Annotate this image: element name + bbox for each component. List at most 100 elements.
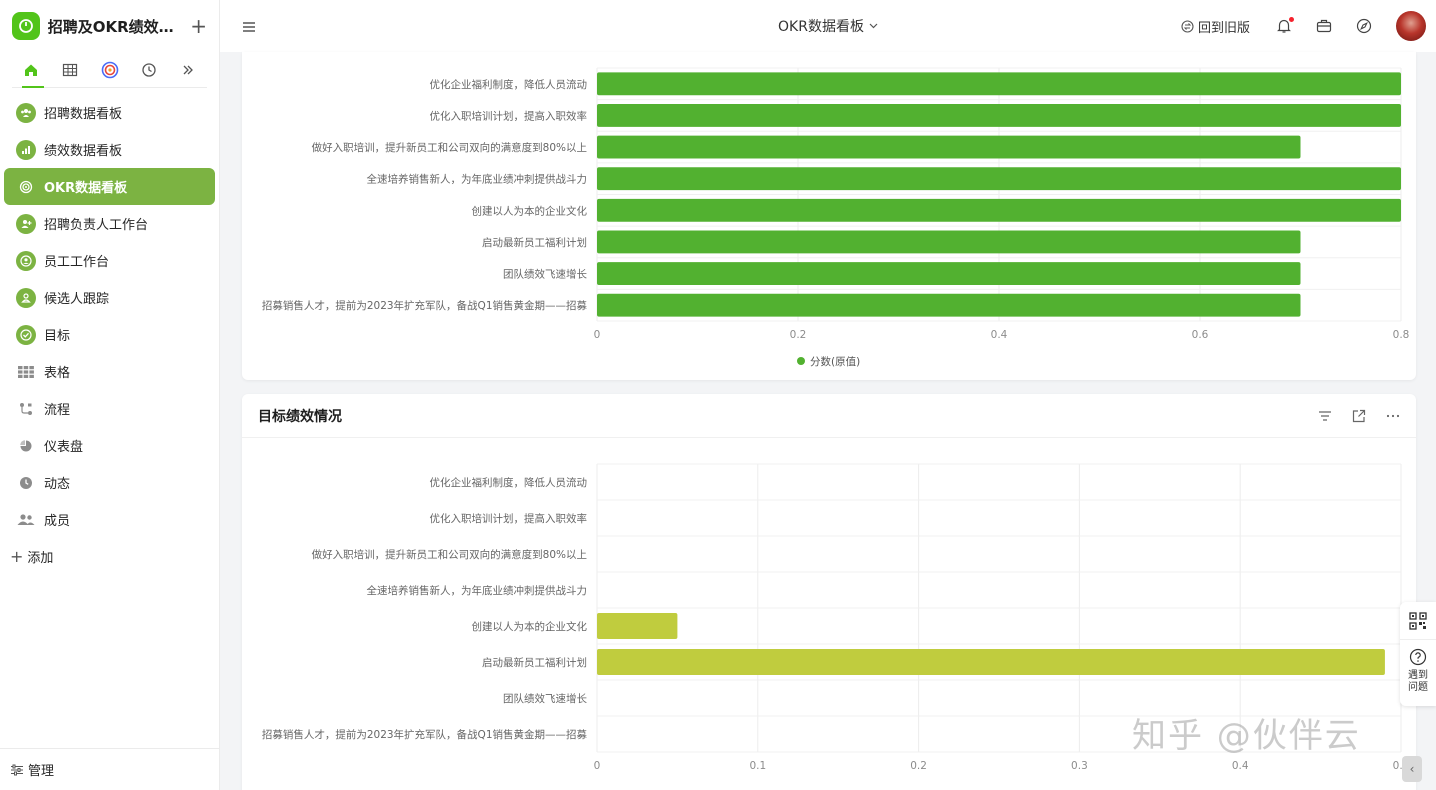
category-label: 做好入职培训，提升新员工和公司双向的满意度到80%以上 bbox=[312, 141, 587, 154]
help-label: 遇到问题 bbox=[1408, 670, 1428, 693]
sidebar-item-candidate-tracking[interactable]: 候选人跟踪 bbox=[4, 279, 215, 316]
sidebar-item-dashboard[interactable]: 仪表盘 bbox=[4, 427, 215, 464]
add-app-icon[interactable]: + bbox=[190, 14, 207, 38]
plus-icon: + bbox=[10, 547, 24, 566]
sidebar-item-recruiter-workbench[interactable]: 招聘负责人工作台 bbox=[4, 205, 215, 242]
bell-icon[interactable] bbox=[1276, 17, 1294, 34]
sidebar-item-label: 目标 bbox=[44, 329, 71, 344]
sidebar-item-flow[interactable]: 流程 bbox=[4, 390, 215, 427]
bar bbox=[597, 135, 1301, 159]
user-add-icon bbox=[16, 213, 36, 234]
sidebar-item-goals[interactable]: 目标 bbox=[4, 316, 215, 353]
sidebar-item-recruit-dashboard[interactable]: 招聘数据看板 bbox=[4, 94, 215, 131]
history-icon[interactable] bbox=[138, 59, 160, 81]
sidebar-item-label: 成员 bbox=[44, 514, 71, 529]
dashboard-title-text: OKR数据看板 bbox=[778, 19, 864, 35]
tick-label: 0.4 bbox=[991, 329, 1008, 341]
tick-label: 0.2 bbox=[910, 760, 927, 772]
sidebar-item-label: 招聘负责人工作台 bbox=[44, 218, 149, 233]
sidebar-item-label: 员工工作台 bbox=[44, 255, 110, 270]
legend-label: 分数(原值) bbox=[810, 355, 860, 368]
sidebar-item-members[interactable]: 成员 bbox=[4, 501, 215, 538]
user-icon bbox=[16, 287, 36, 308]
sidebar-item-performance-dashboard[interactable]: 绩效数据看板 bbox=[4, 131, 215, 168]
top-bar: OKR数据看板 回到旧版 bbox=[220, 0, 1436, 52]
bar-chart-icon bbox=[16, 139, 36, 160]
sidebar-item-label: 候选人跟踪 bbox=[44, 292, 110, 307]
menu-icon[interactable] bbox=[242, 18, 256, 37]
bar bbox=[597, 293, 1301, 317]
sidebar-nav: 招聘数据看板 绩效数据看板 OKR数据看板 招聘负责人工作台 员工工作台 候选人… bbox=[0, 88, 219, 538]
sidebar-item-label: 表格 bbox=[44, 366, 71, 381]
collapse-handle-icon[interactable]: ‹ bbox=[1402, 756, 1422, 782]
more-icon[interactable] bbox=[177, 59, 199, 81]
category-label: 优化入职培训计划，提高入职效率 bbox=[430, 109, 588, 122]
tick-label: 0 bbox=[594, 329, 601, 341]
chevron-down-icon bbox=[869, 23, 878, 29]
bar bbox=[597, 613, 678, 639]
tick-label: 0.6 bbox=[1192, 329, 1209, 341]
manage-label: 管理 bbox=[28, 764, 55, 779]
sidebar-tabs bbox=[12, 52, 207, 88]
sidebar-item-employee-workbench[interactable]: 员工工作台 bbox=[4, 242, 215, 279]
help-button[interactable]: 遇到问题 bbox=[1406, 640, 1430, 694]
dashboard-title-dropdown[interactable]: OKR数据看板 bbox=[778, 16, 878, 36]
sidebar-item-activity[interactable]: 动态 bbox=[4, 464, 215, 501]
okr-icon[interactable] bbox=[99, 59, 121, 81]
bar bbox=[597, 72, 1401, 96]
add-item-button[interactable]: + 添加 bbox=[0, 538, 219, 575]
table-icon[interactable] bbox=[59, 59, 81, 81]
question-icon bbox=[1409, 648, 1427, 666]
settings-sliders-icon bbox=[10, 763, 24, 777]
tick-label: 0.8 bbox=[1393, 329, 1410, 341]
members-icon bbox=[16, 510, 36, 530]
notification-dot bbox=[1289, 17, 1294, 22]
bar bbox=[597, 230, 1301, 254]
bar bbox=[597, 167, 1401, 191]
floating-help-panel: 遇到问题 bbox=[1400, 602, 1436, 706]
sidebar-item-label: 动态 bbox=[44, 477, 71, 492]
sidebar-item-label: 仪表盘 bbox=[44, 440, 84, 455]
category-label: 创建以人为本的企业文化 bbox=[472, 204, 588, 217]
watermark: 知乎 @伙伴云 bbox=[1132, 716, 1361, 756]
manage-button[interactable]: 管理 bbox=[0, 748, 219, 790]
category-label: 启动最新员工福利计划 bbox=[482, 656, 587, 669]
category-label: 做好入职培训，提升新员工和公司双向的满意度到80%以上 bbox=[312, 548, 587, 561]
grid-icon bbox=[16, 362, 36, 382]
score-bar-chart: 优化企业福利制度，降低人员流动优化入职培训计划，提高入职效率做好入职培训，提升新… bbox=[262, 67, 1410, 368]
category-label: 优化入职培训计划，提高入职效率 bbox=[430, 512, 588, 525]
app-title[interactable]: 招聘及OKR绩效管... bbox=[48, 16, 179, 37]
category-label: 全速培养销售新人，为年底业绩冲刺提供战斗力 bbox=[367, 173, 588, 186]
tick-label: 0 bbox=[594, 760, 601, 772]
app-logo-icon[interactable] bbox=[12, 12, 40, 40]
check-circle-icon bbox=[16, 324, 36, 345]
category-label: 招募销售人才，提前为2023年扩充军队，备战Q1销售黄金期——招募 bbox=[262, 299, 588, 312]
qr-code-icon[interactable] bbox=[1400, 602, 1436, 640]
tick-label: 0.4 bbox=[1232, 760, 1249, 772]
add-item-label: 添加 bbox=[27, 551, 54, 566]
category-label: 全速培养销售新人，为年底业绩冲刺提供战斗力 bbox=[367, 584, 588, 597]
category-label: 创建以人为本的企业文化 bbox=[472, 620, 588, 633]
bar bbox=[597, 198, 1401, 222]
sidebar: 招聘及OKR绩效管... + 招聘数据看板 绩效数据看板 OKR数据看板 招聘负… bbox=[0, 0, 220, 790]
sidebar-item-tables[interactable]: 表格 bbox=[4, 353, 215, 390]
bar bbox=[597, 104, 1401, 127]
tick-label: 0.1 bbox=[749, 760, 766, 772]
sidebar-item-label: 绩效数据看板 bbox=[44, 144, 123, 159]
category-label: 招募销售人才，提前为2023年扩充军队，备战Q1销售黄金期——招募 bbox=[262, 728, 588, 741]
bar bbox=[597, 649, 1385, 675]
tick-label: 0.3 bbox=[1071, 760, 1088, 772]
tick-label: 0.2 bbox=[790, 329, 807, 341]
briefcase-icon[interactable] bbox=[1316, 18, 1332, 34]
avatar[interactable] bbox=[1396, 11, 1426, 41]
back-to-old-version-button[interactable]: 回到旧版 bbox=[1181, 17, 1250, 36]
sidebar-item-okr-dashboard[interactable]: OKR数据看板 bbox=[4, 168, 215, 205]
flow-icon bbox=[16, 399, 36, 419]
switch-icon bbox=[1181, 19, 1194, 33]
home-icon[interactable] bbox=[20, 59, 42, 81]
bar bbox=[597, 262, 1301, 285]
radar-icon bbox=[16, 177, 36, 197]
category-label: 优化企业福利制度，降低人员流动 bbox=[430, 476, 588, 489]
compass-icon[interactable] bbox=[1356, 18, 1372, 34]
sidebar-item-label: OKR数据看板 bbox=[44, 181, 128, 196]
